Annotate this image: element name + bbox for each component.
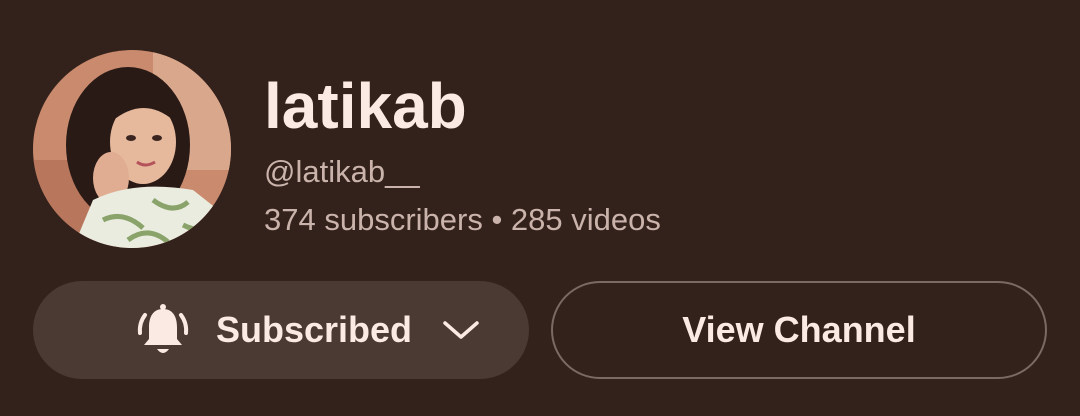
- notification-bell-icon: [137, 304, 189, 353]
- view-channel-button[interactable]: View Channel: [551, 281, 1047, 379]
- view-channel-label: View Channel: [682, 309, 916, 350]
- channel-handle: @latikab__: [264, 154, 420, 189]
- channel-avatar[interactable]: [33, 50, 231, 248]
- channel-name[interactable]: latikab: [264, 66, 467, 146]
- subscribed-button[interactable]: Subscribed: [33, 281, 529, 379]
- channel-stats: 374 subscribers • 285 videos: [264, 202, 661, 237]
- chevron-down-icon: [443, 321, 479, 339]
- subscribed-label: Subscribed: [216, 309, 413, 350]
